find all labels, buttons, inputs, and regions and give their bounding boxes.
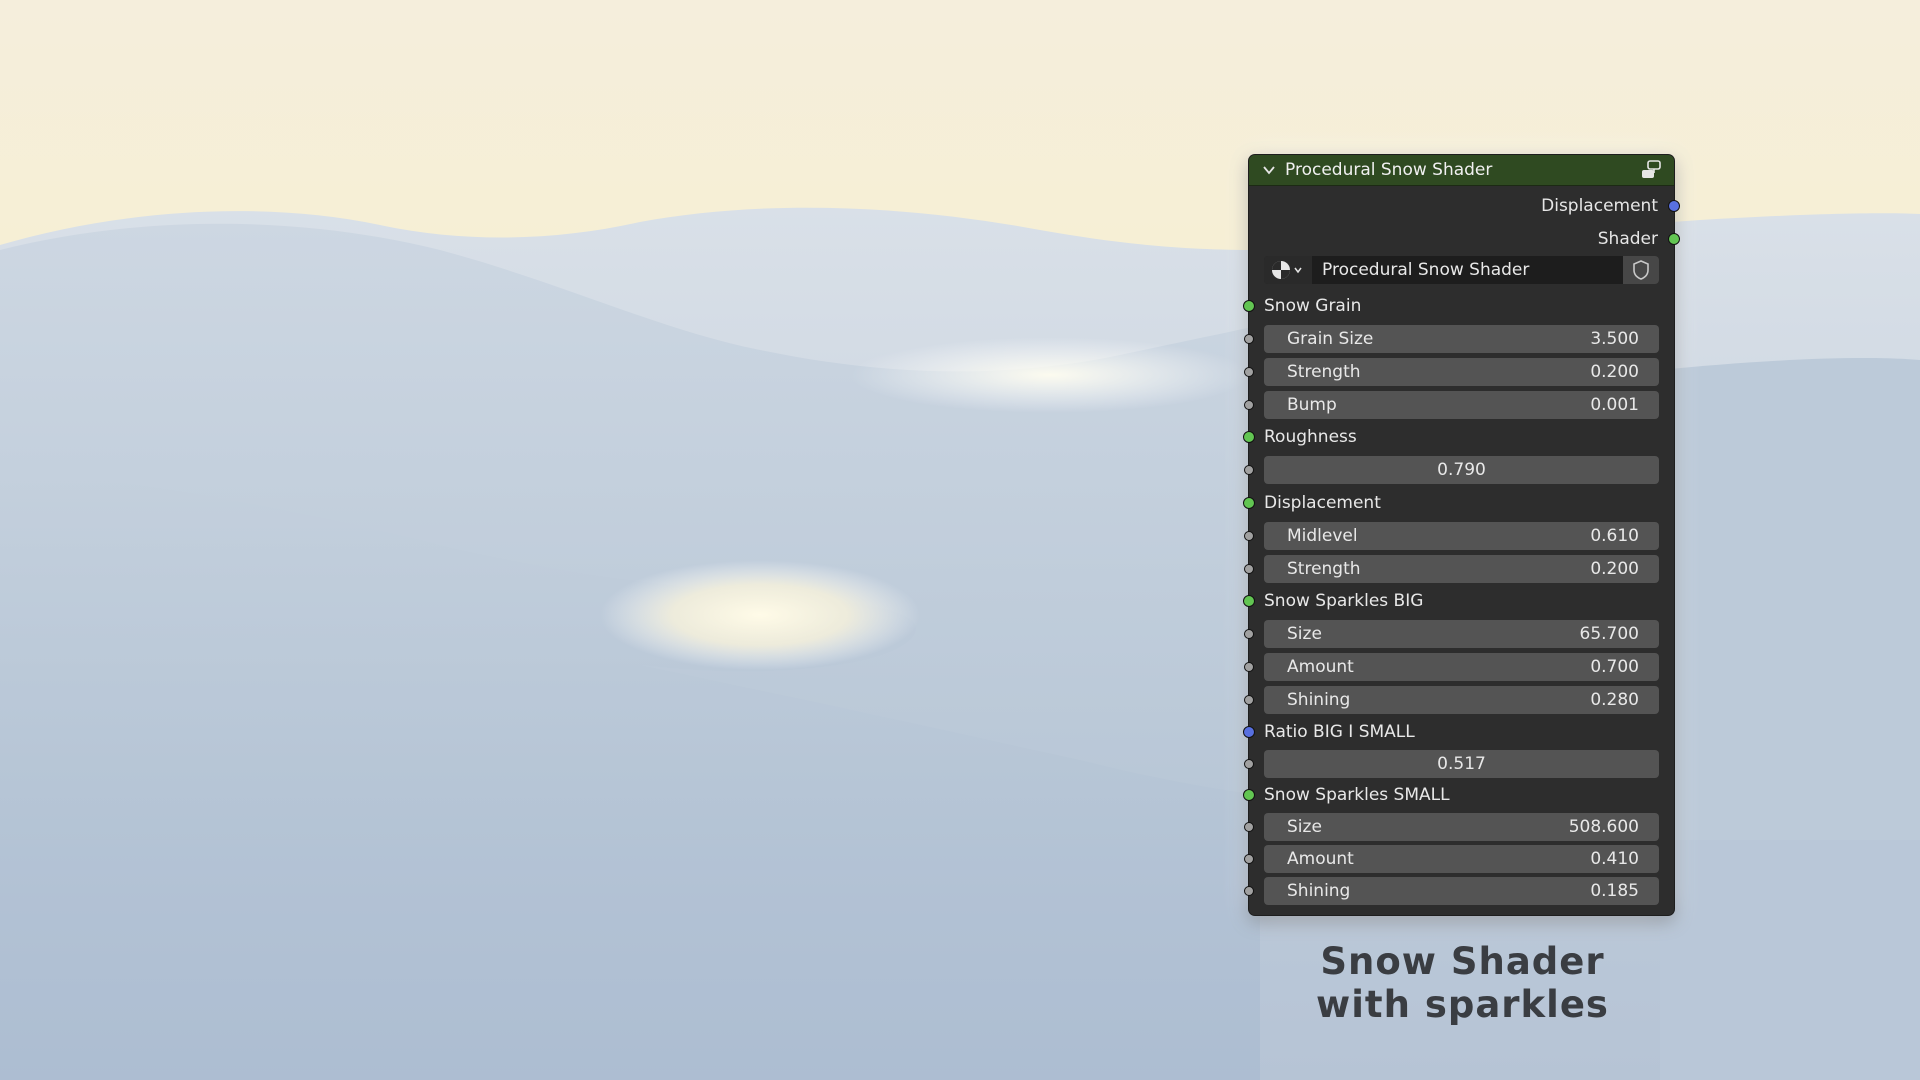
input-roughness-value-socket[interactable] <box>1244 465 1254 475</box>
input-grain-size-socket[interactable] <box>1244 334 1254 344</box>
input-small-shining-socket[interactable] <box>1244 886 1254 896</box>
input-midlevel-socket[interactable] <box>1244 531 1254 541</box>
output-displacement-label: Displacement <box>1541 196 1658 216</box>
input-big-amount-socket[interactable] <box>1244 662 1254 672</box>
browse-node-group-button[interactable] <box>1264 256 1312 284</box>
output-shader: Shader <box>1598 227 1658 251</box>
bump-label: Bump <box>1287 395 1337 415</box>
small-amount-label: Amount <box>1287 849 1354 869</box>
displacement-strength-field[interactable]: Strength 0.200 <box>1264 555 1659 583</box>
input-sparkles-small-socket[interactable] <box>1243 789 1255 801</box>
small-amount-field[interactable]: Amount 0.410 <box>1264 845 1659 873</box>
big-shining-field[interactable]: Shining 0.280 <box>1264 686 1659 714</box>
section-ratio-big-small: Ratio BIG I SMALL <box>1264 722 1415 742</box>
caption-line-2: with sparkles <box>1316 983 1609 1026</box>
grain-strength-field[interactable]: Strength 0.200 <box>1264 358 1659 386</box>
node-group-icon[interactable] <box>1640 160 1662 180</box>
grain-strength-label: Strength <box>1287 362 1361 382</box>
big-amount-label: Amount <box>1287 657 1354 677</box>
displacement-strength-value: 0.200 <box>1590 559 1639 579</box>
input-big-shining-socket[interactable] <box>1244 695 1254 705</box>
big-size-value: 65.700 <box>1579 624 1639 644</box>
bump-value: 0.001 <box>1590 395 1639 415</box>
output-displacement-socket[interactable] <box>1668 200 1680 212</box>
node-group-selector[interactable]: Procedural Snow Shader <box>1264 256 1659 284</box>
input-sparkles-big-socket[interactable] <box>1243 595 1255 607</box>
section-snow-grain: Snow Grain <box>1264 296 1362 316</box>
ratio-field[interactable]: 0.517 <box>1264 750 1659 778</box>
input-small-amount-socket[interactable] <box>1244 854 1254 864</box>
section-displacement: Displacement <box>1264 493 1381 513</box>
input-big-size-socket[interactable] <box>1244 629 1254 639</box>
input-ratio-socket[interactable] <box>1243 726 1255 738</box>
caption-line-1: Snow Shader <box>1320 940 1605 983</box>
material-sphere-icon <box>1272 261 1302 279</box>
big-amount-field[interactable]: Amount 0.700 <box>1264 653 1659 681</box>
grain-size-label: Grain Size <box>1287 329 1374 349</box>
big-size-field[interactable]: Size 65.700 <box>1264 620 1659 648</box>
midlevel-label: Midlevel <box>1287 526 1358 546</box>
big-shining-label: Shining <box>1287 690 1351 710</box>
big-size-label: Size <box>1287 624 1322 644</box>
grain-strength-value: 0.200 <box>1590 362 1639 382</box>
output-displacement: Displacement <box>1541 194 1658 218</box>
output-shader-label: Shader <box>1597 229 1658 249</box>
displacement-strength-label: Strength <box>1287 559 1361 579</box>
input-displacement-strength-socket[interactable] <box>1244 564 1254 574</box>
fake-user-button[interactable] <box>1623 256 1659 284</box>
midlevel-value: 0.610 <box>1590 526 1639 546</box>
small-shining-label: Shining <box>1287 881 1351 901</box>
small-amount-value: 0.410 <box>1590 849 1639 869</box>
procedural-snow-shader-node[interactable]: Procedural Snow Shader Displacement Shad… <box>1243 155 1680 915</box>
roughness-value: 0.790 <box>1437 460 1486 480</box>
grain-size-value: 3.500 <box>1590 329 1639 349</box>
midlevel-field[interactable]: Midlevel 0.610 <box>1264 522 1659 550</box>
node-title: Procedural Snow Shader <box>1285 160 1493 180</box>
big-shining-value: 0.280 <box>1590 690 1639 710</box>
small-size-value: 508.600 <box>1568 817 1639 837</box>
input-roughness-socket[interactable] <box>1243 431 1255 443</box>
ratio-value: 0.517 <box>1437 754 1486 774</box>
fake-user-shield-icon <box>1633 260 1649 280</box>
grain-size-field[interactable]: Grain Size 3.500 <box>1264 325 1659 353</box>
small-size-field[interactable]: Size 508.600 <box>1264 813 1659 841</box>
input-displacement-socket[interactable] <box>1243 497 1255 509</box>
input-ratio-value-socket[interactable] <box>1244 759 1254 769</box>
input-snow-grain-socket[interactable] <box>1243 300 1255 312</box>
section-snow-sparkles-small: Snow Sparkles SMALL <box>1264 785 1450 805</box>
output-shader-socket[interactable] <box>1668 233 1680 245</box>
bump-field[interactable]: Bump 0.001 <box>1264 391 1659 419</box>
caption: Snow Shader with sparkles <box>1250 940 1675 1026</box>
section-roughness: Roughness <box>1264 427 1357 447</box>
input-bump-socket[interactable] <box>1244 400 1254 410</box>
node-header[interactable]: Procedural Snow Shader <box>1249 155 1674 186</box>
node-group-name-field[interactable]: Procedural Snow Shader <box>1312 256 1623 284</box>
big-amount-value: 0.700 <box>1590 657 1639 677</box>
small-size-label: Size <box>1287 817 1322 837</box>
small-shining-value: 0.185 <box>1590 881 1639 901</box>
chevron-down-icon[interactable] <box>1262 163 1276 177</box>
input-grain-strength-socket[interactable] <box>1244 367 1254 377</box>
small-shining-field[interactable]: Shining 0.185 <box>1264 877 1659 905</box>
input-small-size-socket[interactable] <box>1244 822 1254 832</box>
roughness-field[interactable]: 0.790 <box>1264 456 1659 484</box>
section-snow-sparkles-big: Snow Sparkles BIG <box>1264 591 1424 611</box>
